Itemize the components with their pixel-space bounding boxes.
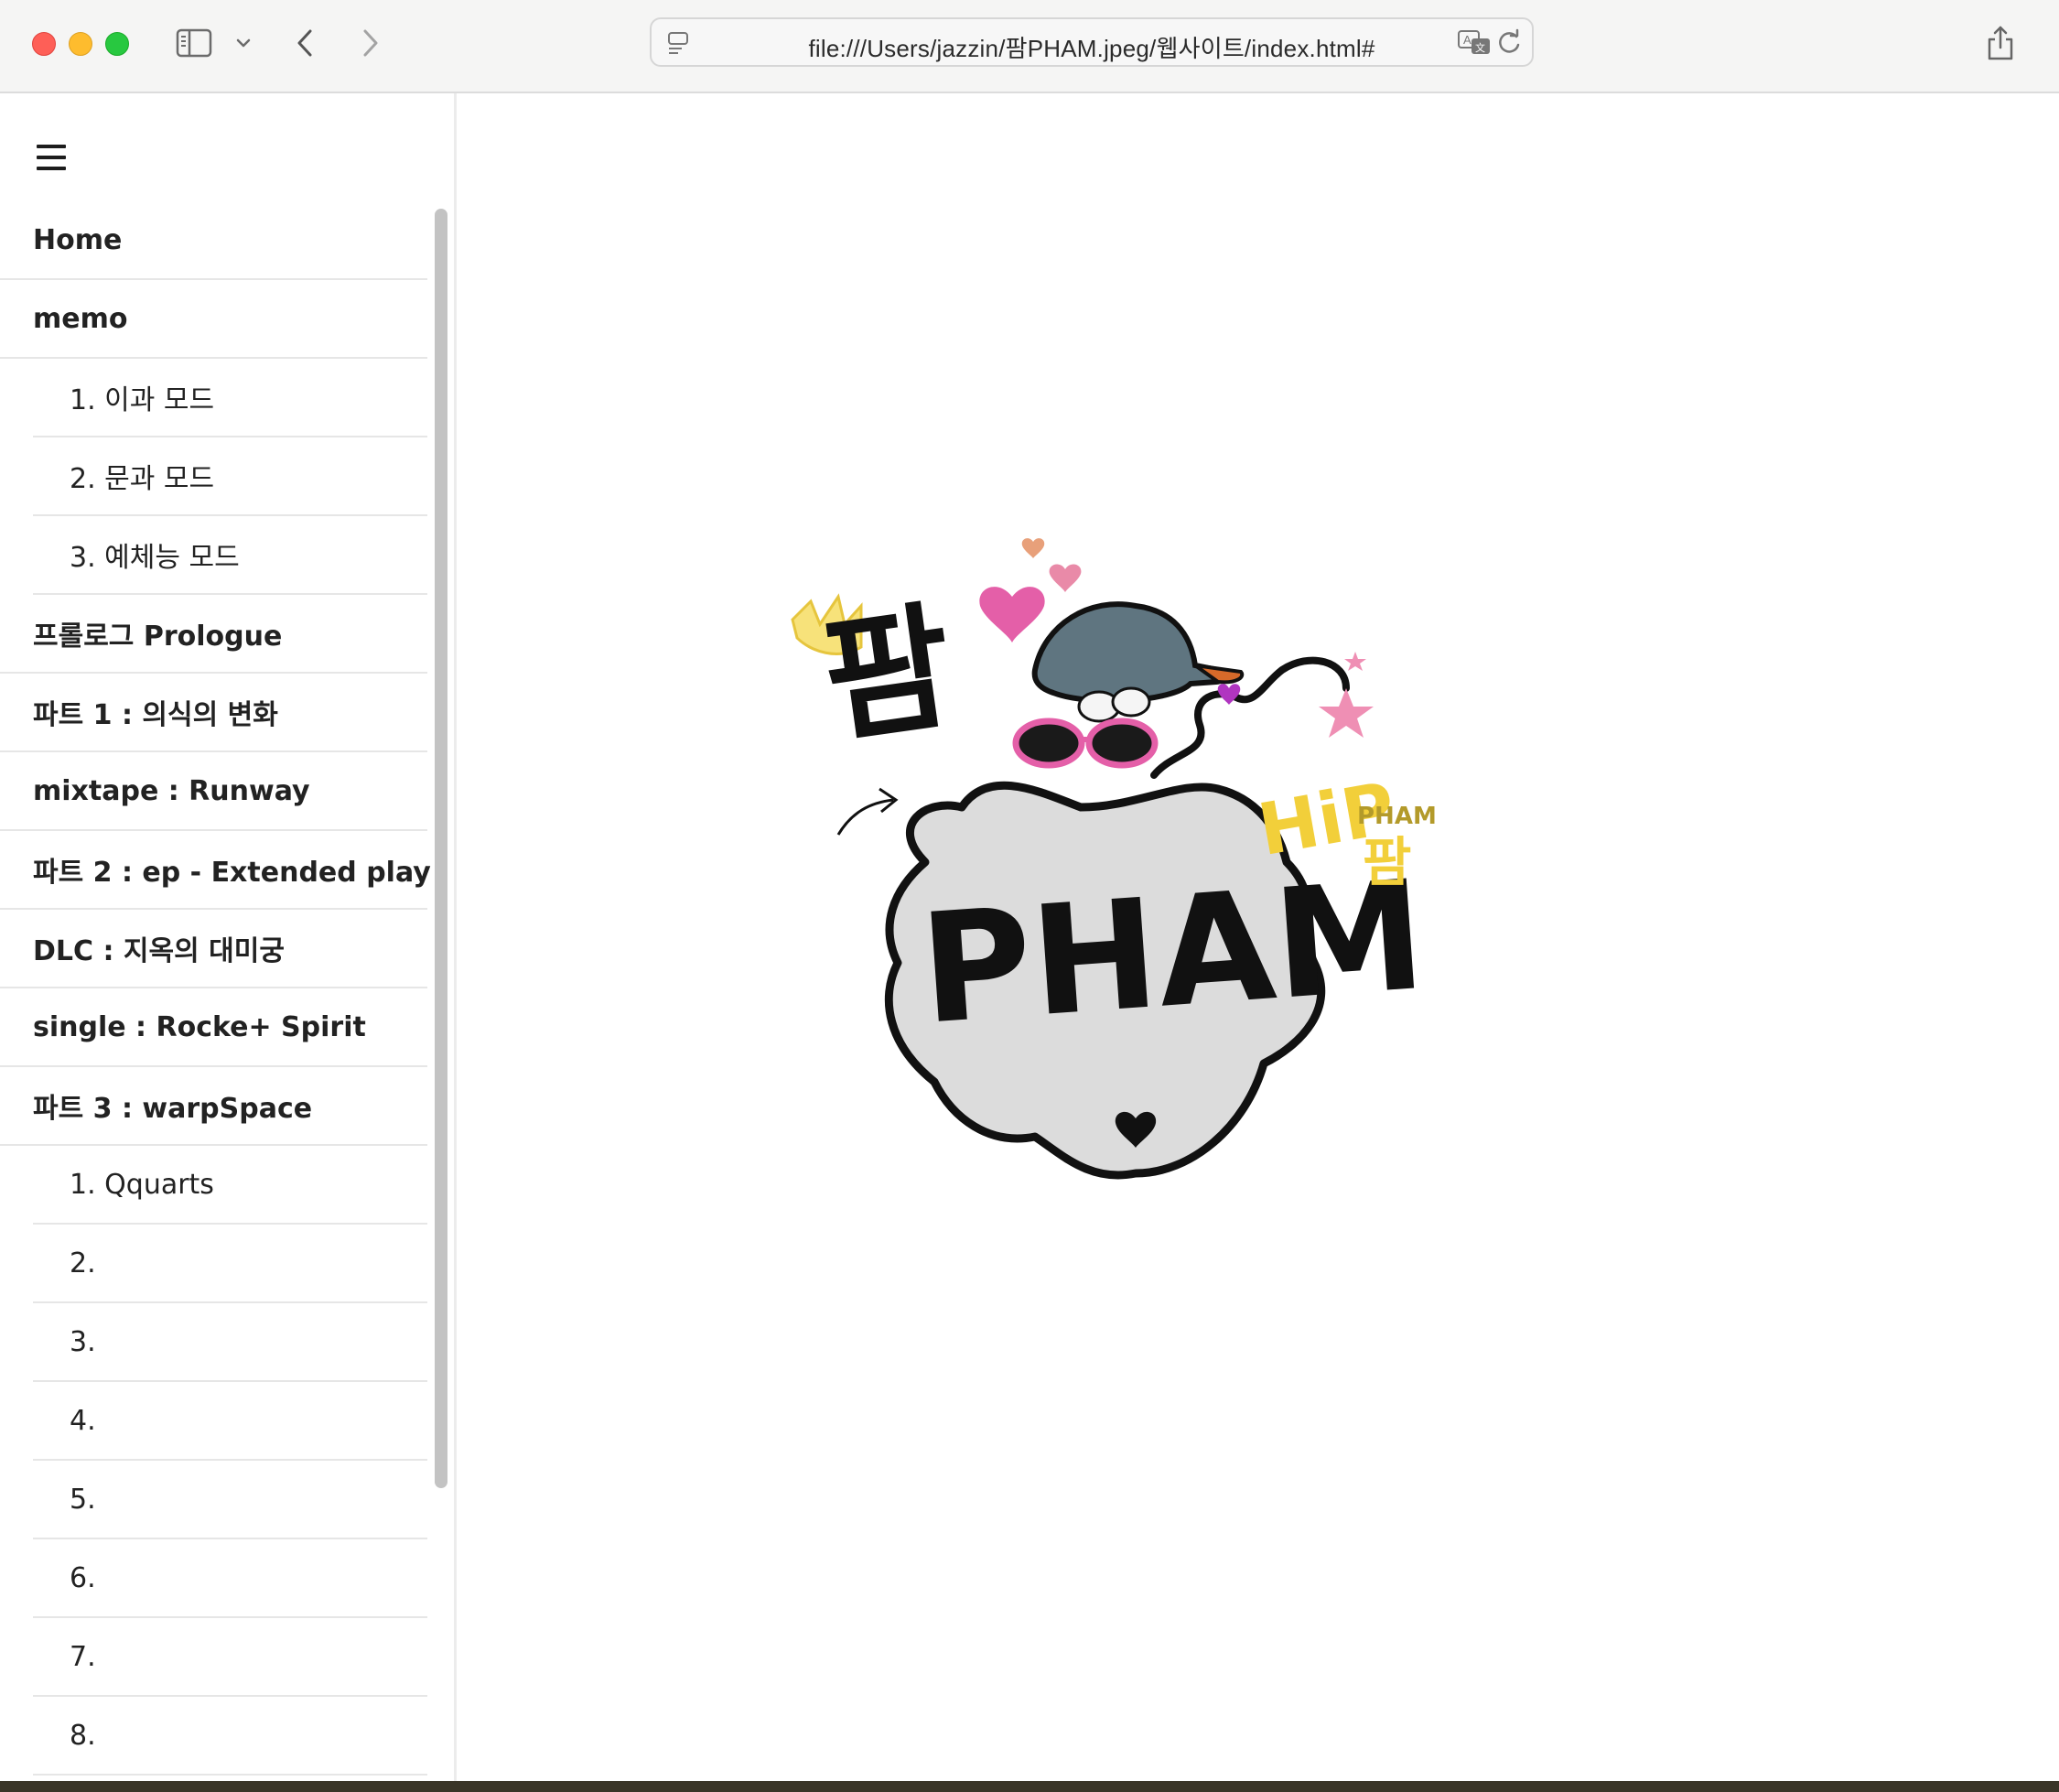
logo-small-text: PHAM — [1357, 803, 1437, 830]
heart-icon — [979, 587, 1045, 642]
main-content: 팜 PHAM HiP PHAM 팜 — [457, 93, 2059, 1781]
sidebar-nav-item[interactable]: memo — [0, 280, 427, 359]
minimize-window-button[interactable] — [69, 32, 92, 56]
sunglasses-lens-left — [1012, 718, 1085, 769]
sidebar-nav-item[interactable]: 3. — [33, 1303, 427, 1382]
sidebar-nav-item[interactable]: 4. — [33, 1382, 427, 1461]
address-bar[interactable]: file:///Users/jazzin/팜PHAM.jpeg/웹사이트/ind… — [650, 17, 1534, 67]
sidebar-nav-item-label: 8. — [70, 1719, 96, 1752]
sidebar-nav-item-label: mixtape : Runway — [33, 774, 310, 807]
sidebar-nav-item-label: single : Rocke+ Spirit — [33, 1010, 366, 1043]
sidebar-nav-item[interactable]: 2. — [33, 1225, 427, 1303]
sidebar-nav-item-label: 7. — [70, 1640, 96, 1673]
browser-window: file:///Users/jazzin/팜PHAM.jpeg/웹사이트/ind… — [0, 0, 2059, 1781]
hamburger-menu-icon[interactable] — [37, 145, 68, 170]
sidebar-nav-item-label: Home — [33, 223, 123, 256]
cap-shape — [1031, 601, 1227, 704]
scrollbar-thumb[interactable] — [435, 209, 447, 1488]
sidebar-nav-item-label: 6. — [70, 1561, 96, 1594]
sidebar-nav-item-label: 2. 문과 모드 — [70, 463, 215, 495]
sidebar-nav-item[interactable]: DLC : 지옥의 대미궁 — [0, 910, 427, 988]
close-window-button[interactable] — [32, 32, 56, 56]
maximize-window-button[interactable] — [105, 32, 129, 56]
sidebar-nav-item[interactable]: 2. 문과 모드 — [33, 437, 427, 516]
sidebar-nav-item[interactable]: 3. 예체능 모드 — [33, 516, 427, 595]
sidebar-nav-item[interactable]: 파트 1 : 의식의 변화 — [0, 674, 427, 752]
sidebar-nav-item-label: 4. — [70, 1404, 96, 1437]
sidebar-nav-item-label: 1. 이과 모드 — [70, 384, 215, 416]
sidebar-icon[interactable] — [174, 20, 214, 66]
sidebar-nav-item[interactable]: 프롤로그 Prologue — [0, 595, 427, 674]
url-text[interactable]: file:///Users/jazzin/팜PHAM.jpeg/웹사이트/ind… — [652, 30, 1532, 64]
sidebar-nav-item[interactable]: mixtape : Runway — [0, 752, 427, 831]
sidebar-nav-item[interactable]: 7. — [33, 1618, 427, 1697]
reload-icon[interactable] — [1495, 28, 1523, 61]
desktop-background — [0, 1781, 2059, 1792]
sidebar-nav-item[interactable]: single : Rocke+ Spirit — [0, 988, 427, 1067]
sidebar-nav-item-label: 파트 3 : warpSpace — [33, 1093, 313, 1125]
logo-korean-text: 팜 — [814, 588, 962, 763]
sidebar-nav-item[interactable]: 1. Qquarts — [33, 1146, 427, 1225]
sidebar-scrollbar[interactable] — [430, 201, 452, 1781]
sidebar-nav-item-label: 2. — [70, 1247, 96, 1279]
sidebar: Home memo 1. 이과 모드 2. 문과 모드 3. 예체능 모드프롤로그 Pr… — [0, 93, 457, 1781]
face-bubble — [1111, 686, 1151, 718]
star-icon — [1319, 688, 1374, 738]
browser-toolbar: file:///Users/jazzin/팜PHAM.jpeg/웹사이트/ind… — [0, 0, 2059, 93]
translate-icon[interactable]: A 文 — [1457, 28, 1493, 61]
chevron-right-icon[interactable] — [357, 20, 384, 66]
sidebar-nav-item-label: memo — [33, 302, 128, 335]
pham-logo-image: 팜 PHAM HiP PHAM 팜 — [791, 538, 1437, 1180]
sidebar-nav-item-label: 3. 예체능 모드 — [70, 542, 240, 574]
chevron-left-icon[interactable] — [291, 20, 318, 66]
sidebar-nav-item-label: 3. — [70, 1325, 96, 1358]
sidebar-nav-item-label: 프롤로그 Prologue — [33, 621, 283, 653]
sidebar-nav-item-label: 파트 2 : ep - Extended play — [33, 857, 431, 889]
sidebar-nav-item-label: 1. Qquarts — [70, 1168, 214, 1201]
sidebar-nav-item[interactable]: 파트 3 : warpSpace — [0, 1067, 427, 1146]
sidebar-nav-item[interactable]: 6. — [33, 1539, 427, 1618]
sidebar-nav-item[interactable]: 5. — [33, 1461, 427, 1539]
sunglasses-lens-right — [1085, 718, 1159, 769]
sidebar-nav-item-label: 5. — [70, 1483, 96, 1516]
sidebar-nav-item-label: 파트 1 : 의식의 변화 — [33, 699, 278, 731]
logo-small-korean-text: 팜 — [1363, 831, 1411, 893]
share-icon[interactable] — [1984, 20, 2017, 66]
svg-text:A: A — [1463, 33, 1471, 47]
svg-text:文: 文 — [1475, 41, 1485, 54]
sidebar-nav-item[interactable]: Home — [0, 201, 427, 280]
logo-main-text: PHAM — [915, 847, 1430, 1058]
heart-icon — [1021, 538, 1045, 558]
sidebar-nav-item-label: DLC : 지옥의 대미궁 — [33, 935, 285, 967]
heart-icon — [1049, 564, 1082, 592]
sidebar-nav-item[interactable]: 8. — [33, 1697, 427, 1776]
arrow-doodle — [836, 798, 894, 836]
chevron-down-icon[interactable] — [233, 20, 253, 66]
sidebar-nav: Home memo 1. 이과 모드 2. 문과 모드 3. 예체능 모드프롤로그 Pr… — [0, 201, 431, 1776]
sidebar-nav-item[interactable]: 1. 이과 모드 — [33, 359, 427, 437]
star-icon — [1344, 652, 1366, 671]
sidebar-nav-item[interactable]: 파트 2 : ep - Extended play — [0, 831, 431, 910]
